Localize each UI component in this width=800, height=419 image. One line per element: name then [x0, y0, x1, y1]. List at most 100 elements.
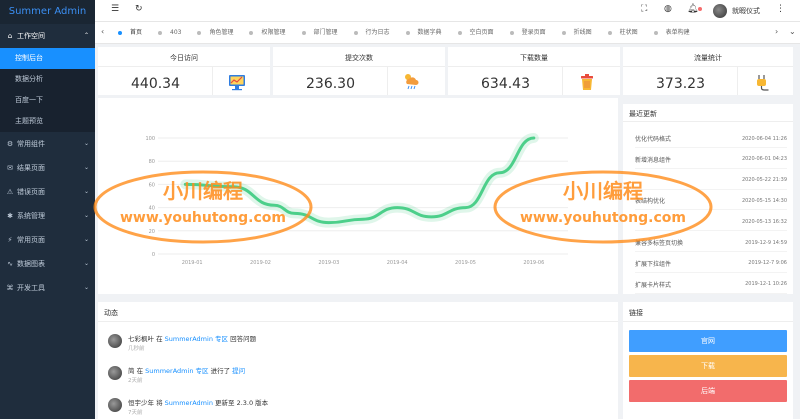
recent-update-row[interactable]: 2020-05-13 16:32 [635, 213, 787, 232]
tab-label: 权限管理 [261, 29, 286, 36]
menu-charts[interactable]: ∿ 数据图表 ⌄ [0, 252, 95, 276]
tab-dot-icon [353, 30, 358, 35]
tab-item[interactable]: 首页 [113, 26, 149, 40]
tabs-bar: ‹ 首页 403 角色管理 权限管理 部门管理 行为日志 数据字典 空白页面 登录页面 折线图 柱状… [95, 22, 800, 44]
link-button[interactable]: 下载 [629, 355, 787, 377]
menu-workspace[interactable]: ⌂ 工作空间 ⌃ [0, 24, 95, 48]
recent-update-row[interactable]: 2020-05-22 21:39 [635, 172, 787, 190]
tab-dot-icon [653, 30, 658, 35]
line-chart: 0 20 40 60 80 100 2019-01 2019-02 2019-03 2019-04… [145, 133, 568, 266]
recent-update-date: 2019-12-7 9:06 [748, 260, 787, 267]
sidebar-item-analysis[interactable]: 数据分析 [0, 69, 95, 90]
tab-dot-icon [301, 30, 306, 35]
recent-update-row[interactable]: 表结构优化 2020-05-15 14:30 [635, 192, 787, 211]
recent-update-date: 2020-06-04 11:26 [741, 135, 787, 142]
activity-verb: 在 [134, 367, 146, 375]
chevron-down-icon: ⌄ [83, 236, 89, 243]
tab-item[interactable]: 行为日志 [349, 26, 397, 40]
recent-update-row[interactable]: 优化代码格式 2020-06-04 11:26 [635, 130, 787, 148]
tab-label: 403 [170, 29, 182, 36]
sidebar: Summer Admin ⌂ 工作空间 ⌃ 控制后台 数据分析 百度一下 主题预… [0, 0, 95, 419]
tab-item[interactable]: 柱状图 [603, 26, 645, 40]
sidebar-item-theme[interactable]: 主题预览 [0, 111, 95, 132]
tab-dot-icon [249, 30, 254, 35]
recent-update-row[interactable]: 兼容多标签页切换 2019-12-9 14:59 [635, 234, 787, 252]
more-vertical-icon[interactable]: ⋮ [776, 4, 785, 14]
sidebar-item-console[interactable]: 控制后台 [0, 48, 95, 69]
chevron-down-icon: ⌄ [83, 164, 89, 171]
chart-monitor-icon [229, 75, 245, 91]
tab-item[interactable]: 空白页面 [453, 26, 501, 40]
menu-label: 常用页面 [17, 236, 45, 244]
tab-item[interactable]: 数据字典 [401, 26, 449, 40]
tab-dot-icon [607, 30, 612, 35]
sidebar-item-baidu[interactable]: 百度一下 [0, 90, 95, 111]
tab-label: 表单构建 [665, 29, 690, 36]
avatar[interactable] [713, 4, 727, 18]
cloud-rain-icon [405, 74, 419, 90]
activity-rest: 回答问题 [228, 335, 257, 343]
chevron-down-icon: ⌄ [83, 284, 89, 291]
tab-item[interactable]: 表单构建 [649, 26, 697, 40]
fullscreen-icon[interactable]: ⛶ [641, 4, 647, 14]
bell-icon[interactable]: 🔔︎ [687, 4, 698, 14]
username[interactable]: 就暇仪式 [732, 6, 760, 16]
activity-link[interactable]: SummerAdmin 专区 [165, 335, 228, 343]
app-title[interactable]: Summer Admin [0, 0, 95, 24]
activity-rest: 更新至 2.3.0 版本 [212, 399, 269, 407]
tabs-list: 首页 403 角色管理 权限管理 部门管理 行为日志 数据字典 空白页面 登录页面 折线图 柱状图 表… [113, 26, 697, 40]
tab-item[interactable]: 403 [153, 26, 188, 40]
tab-item[interactable]: 登录页面 [505, 26, 553, 40]
recent-update-name: 扩展下拉组件 [635, 260, 672, 268]
recent-update-name: 兼容多标签页切换 [635, 240, 684, 247]
chevron-down-icon: ⌄ [83, 260, 89, 267]
recent-update-name: 表结构优化 [635, 198, 666, 206]
series-line-glow [180, 133, 539, 228]
tab-label: 角色管理 [209, 29, 234, 36]
menu-devtools[interactable]: ⌘ 开发工具 ⌄ [0, 276, 95, 300]
chevron-down-icon: ⌄ [83, 140, 89, 147]
tabs-scroll-right-icon[interactable]: › [775, 27, 778, 36]
menu-error[interactable]: ⚠ 错误页面 ⌄ [0, 180, 95, 204]
recent-update-row[interactable]: 新增消息组件 2020-06-01 04:23 [635, 151, 787, 169]
activity-link[interactable]: SummerAdmin 专区 [145, 367, 208, 375]
recent-update-date: 2020-05-22 21:39 [741, 177, 787, 184]
menu-components[interactable]: ⚙ 常用组件 ⌄ [0, 132, 95, 156]
tabs-scroll-left-icon[interactable]: ‹ [101, 27, 104, 36]
links-title: 链接 [629, 309, 643, 317]
menu-system[interactable]: ✱ 系统管理 ⌄ [0, 204, 95, 228]
menu-toggle-icon[interactable]: ☰ [111, 4, 119, 14]
recent-update-row[interactable]: 扩展卡片样式 2019-12-1 10:26 [635, 276, 787, 294]
tab-item[interactable]: 折线图 [557, 26, 599, 40]
activity-link-2[interactable]: 提问 [232, 367, 245, 375]
bolt-icon: ⚡ [7, 236, 13, 244]
link-button[interactable]: 官网 [629, 330, 787, 352]
globe-icon[interactable]: ◍ [664, 4, 672, 14]
stat-card-traffic: 流量统计 373.23 [623, 47, 793, 95]
y-tick-label: 80 [149, 159, 155, 165]
refresh-icon[interactable]: ↻ [135, 4, 143, 14]
link-button[interactable]: 后端 [629, 380, 787, 402]
tab-label: 行为日志 [365, 29, 390, 36]
tab-item[interactable]: 角色管理 [192, 26, 240, 40]
menu-result[interactable]: ✉ 结果页面 ⌄ [0, 156, 95, 180]
tab-dot-icon [561, 30, 566, 35]
activity-link[interactable]: SummerAdmin [165, 399, 213, 407]
topbar: ☰ ↻ ⛶ ◍ 🔔︎ 就暇仪式 ⋮ [95, 0, 800, 22]
recent-update-name: 新增消息组件 [635, 156, 672, 164]
recent-update-date: 2019-12-9 14:59 [745, 239, 787, 246]
recent-update-row[interactable]: 扩展下拉组件 2019-12-7 9:06 [635, 255, 787, 273]
tab-item[interactable]: 部门管理 [297, 26, 345, 40]
message-icon: ✉ [7, 164, 13, 172]
stat-title: 今日访问 [170, 54, 198, 62]
activity-user: 恒宇少年 [128, 399, 154, 407]
menu-common-pages[interactable]: ⚡ 常用页面 ⌄ [0, 228, 95, 252]
tab-label: 折线图 [573, 29, 592, 36]
recent-update-date: 2020-05-13 16:32 [741, 218, 787, 225]
tab-item[interactable]: 权限管理 [244, 26, 292, 40]
x-tick-label: 2019-02 [250, 260, 271, 266]
recent-updates-card: 最近更新 优化代码格式 2020-06-04 11:26 新增消息组件 2020-06… [623, 104, 793, 294]
code-icon: ⌘ [6, 284, 14, 292]
activity-text: 恒宇少年 将 SummerAdmin 更新至 2.3.0 版本 [128, 397, 268, 407]
tabs-menu-icon[interactable]: ⌄ [789, 27, 796, 36]
